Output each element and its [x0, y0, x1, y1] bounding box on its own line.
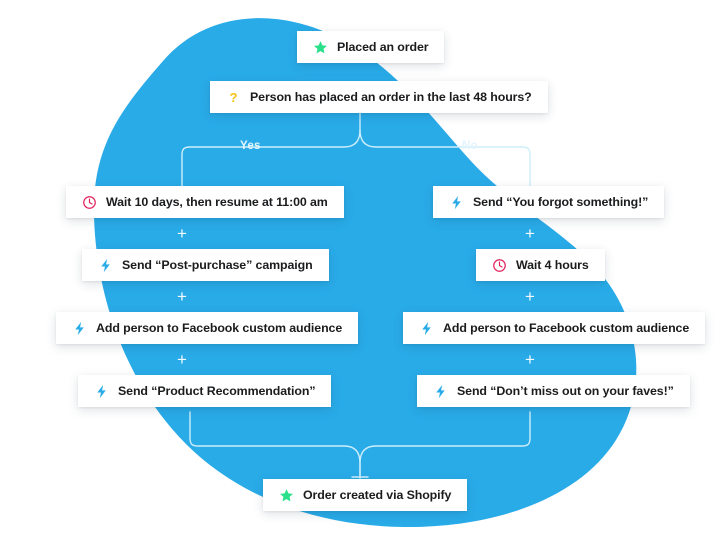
node-outcome-order-created-via-shopify[interactable]: Order created via Shopify: [263, 479, 468, 511]
node-label: Placed an order: [337, 39, 429, 54]
bolt-icon: [98, 258, 113, 273]
branch-label-no: No: [462, 140, 478, 152]
node-yes-step-4-product-recommendation[interactable]: Send “Product Recommendation”: [78, 375, 332, 407]
svg-text:?: ?: [229, 90, 237, 105]
plus-connector-right-2: +: [525, 287, 535, 306]
branch-label-yes: Yes: [240, 140, 261, 152]
bolt-icon: [419, 321, 434, 336]
bolt-icon: [94, 384, 109, 399]
node-trigger-placed-an-order[interactable]: Placed an order: [297, 31, 445, 63]
node-yes-step-1-wait-10-days[interactable]: Wait 10 days, then resume at 11:00 am: [66, 186, 344, 218]
node-no-step-2-wait-4-hours[interactable]: Wait 4 hours: [476, 249, 605, 281]
bolt-icon: [72, 321, 87, 336]
node-yes-step-2-post-purchase-campaign[interactable]: Send “Post-purchase” campaign: [82, 249, 329, 281]
node-label: Send “You forgot something!”: [473, 194, 649, 209]
plus-connector-left-2: +: [177, 287, 187, 306]
node-label: Person has placed an order in the last 4…: [250, 89, 532, 104]
node-label: Send “Don’t miss out on your faves!”: [457, 383, 674, 398]
bolt-icon: [449, 195, 464, 210]
node-label: Add person to Facebook custom audience: [96, 320, 343, 335]
node-label: Add person to Facebook custom audience: [443, 320, 690, 335]
plus-connector-right-3: +: [525, 350, 535, 369]
star-icon: [279, 488, 294, 503]
node-label: Wait 10 days, then resume at 11:00 am: [106, 194, 328, 209]
node-no-step-3-add-to-facebook-audience[interactable]: Add person to Facebook custom audience: [403, 312, 706, 344]
node-label: Order created via Shopify: [303, 487, 452, 502]
node-label: Send “Post-purchase” campaign: [122, 257, 313, 272]
flow-diagram-canvas: Yes No + + + + + + Placed an order ? Per…: [0, 0, 720, 540]
plus-connector-left-3: +: [177, 350, 187, 369]
node-label: Send “Product Recommendation”: [118, 383, 316, 398]
star-icon: [313, 40, 328, 55]
plus-connector-left-1: +: [177, 224, 187, 243]
node-no-step-4-dont-miss-out[interactable]: Send “Don’t miss out on your faves!”: [417, 375, 690, 407]
node-no-step-1-you-forgot-something[interactable]: Send “You forgot something!”: [433, 186, 665, 218]
node-label: Wait 4 hours: [516, 257, 589, 272]
bolt-icon: [433, 384, 448, 399]
node-yes-step-3-add-to-facebook-audience[interactable]: Add person to Facebook custom audience: [56, 312, 359, 344]
clock-icon: [492, 258, 507, 273]
clock-icon: [82, 195, 97, 210]
plus-connector-right-1: +: [525, 224, 535, 243]
node-condition-placed-order-48-hours[interactable]: ? Person has placed an order in the last…: [210, 81, 548, 113]
question-icon: ?: [226, 90, 241, 105]
